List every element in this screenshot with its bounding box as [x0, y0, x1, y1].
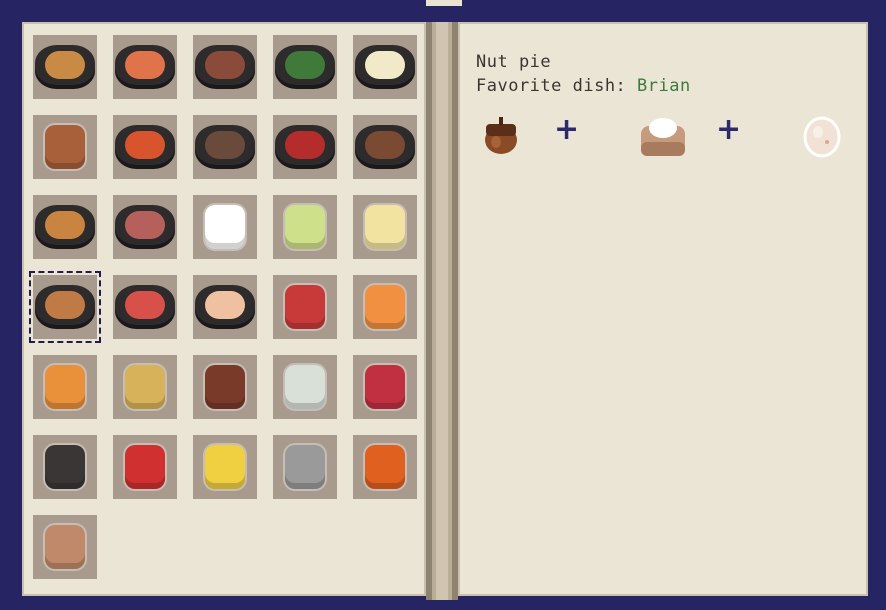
coal-lump-icon — [45, 445, 85, 489]
coffee-can-icon — [285, 445, 325, 489]
meatballs-dish-icon — [355, 125, 415, 169]
nut-pie-icon — [35, 285, 95, 329]
stuffed-potato-dish-icon — [35, 45, 95, 89]
recipe-slot[interactable] — [273, 275, 337, 339]
recipe-slot[interactable] — [33, 195, 97, 259]
plus-sign: + — [554, 112, 580, 147]
recipe-slot[interactable] — [353, 275, 417, 339]
recipe-slot[interactable] — [113, 355, 177, 419]
salad-bowl-dish-icon — [115, 45, 175, 89]
ham-dish-icon — [115, 205, 175, 249]
drumstick-icon — [45, 125, 85, 169]
jam-jar-icon — [365, 365, 405, 409]
recipe-slot[interactable] — [353, 355, 417, 419]
tomato-soup-icon — [115, 125, 175, 169]
recipe-slot[interactable] — [193, 35, 257, 99]
oil-bottle-icon — [205, 445, 245, 489]
recipe-slot[interactable] — [113, 35, 177, 99]
red-potion-icon — [125, 445, 165, 489]
acorn-icon — [485, 117, 517, 154]
recipe-slot[interactable] — [193, 115, 257, 179]
veggie-salad-dish-icon — [275, 45, 335, 89]
lemonade-glass-icon — [285, 205, 325, 249]
favorite-name: Brian — [637, 76, 691, 96]
muffin-icon — [45, 365, 85, 409]
donut-icon — [365, 285, 405, 329]
orange-potion-icon — [365, 445, 405, 489]
egg-icon — [803, 116, 841, 158]
recipe-slot[interactable] — [113, 435, 177, 499]
recipe-slot[interactable] — [33, 35, 97, 99]
recipe-slot[interactable] — [353, 435, 417, 499]
recipe-slot[interactable] — [33, 115, 97, 179]
recipe-slot[interactable] — [193, 355, 257, 419]
cherry-cake-icon — [115, 285, 175, 329]
meat-stew-icon — [195, 125, 255, 169]
fried-egg-dish-icon — [355, 45, 415, 89]
recipe-slot[interactable] — [193, 195, 257, 259]
pickle-jar-icon — [285, 365, 325, 409]
recipe-slot[interactable] — [273, 355, 337, 419]
coffee-mug-icon — [205, 205, 245, 249]
flour-sack-icon — [45, 525, 85, 569]
book-bookmark-tab — [426, 0, 462, 6]
milkshake-glass-icon — [365, 205, 405, 249]
honey-jar-icon — [205, 365, 245, 409]
recipe-slot[interactable] — [29, 271, 101, 343]
grain-sack-icon — [125, 365, 165, 409]
recipe-slot[interactable] — [273, 435, 337, 499]
flour-sack-icon — [641, 118, 685, 156]
recipe-slot[interactable] — [113, 115, 177, 179]
plus-sign: + — [716, 112, 742, 147]
recipe-slot[interactable] — [273, 35, 337, 99]
recipe-slot[interactable] — [33, 435, 97, 499]
red-soup-icon — [275, 125, 335, 169]
steak-dish-icon — [195, 45, 255, 89]
recipe-slot[interactable] — [33, 355, 97, 419]
popsicle-icon — [285, 285, 325, 329]
recipe-title: Nut pie — [476, 52, 552, 72]
favorite-line: Favorite dish: Brian — [476, 74, 691, 98]
recipe-slot[interactable] — [113, 195, 177, 259]
recipe-slot[interactable] — [33, 515, 97, 579]
recipe-slot[interactable] — [273, 115, 337, 179]
recipe-slot[interactable] — [193, 435, 257, 499]
favorite-label: Favorite dish: — [476, 76, 627, 96]
recipe-slot[interactable] — [193, 275, 257, 339]
recipe-info: Nut pie Favorite dish: Brian — [476, 50, 691, 98]
right-page-recipe-detail — [458, 22, 868, 596]
taco-dish-icon — [35, 205, 95, 249]
recipe-slot[interactable] — [353, 195, 417, 259]
recipe-slot[interactable] — [353, 115, 417, 179]
recipe-slot[interactable] — [353, 35, 417, 99]
book-spine — [426, 22, 458, 600]
recipe-slot[interactable] — [113, 275, 177, 339]
recipe-book: Nut pie Favorite dish: Brian + + — [0, 0, 886, 610]
recipe-slot[interactable] — [273, 195, 337, 259]
strawberry-cake-icon — [195, 285, 255, 329]
